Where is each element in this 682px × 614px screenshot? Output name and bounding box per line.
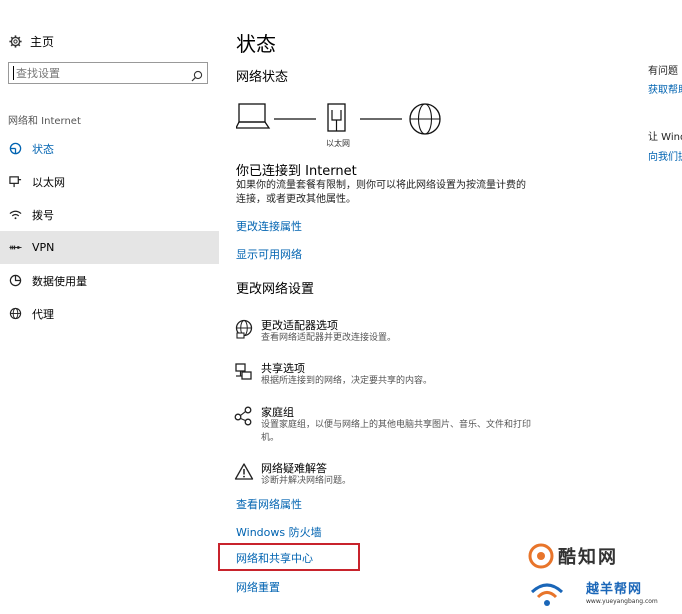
sidebar-item-status[interactable]: 状态: [0, 132, 219, 165]
search-box[interactable]: [8, 62, 208, 84]
homegroup-icon: [234, 406, 252, 426]
windows-firewall-link[interactable]: Windows 防火墙: [236, 524, 322, 540]
home-button[interactable]: 主页: [8, 32, 54, 50]
view-network-properties-link[interactable]: 查看网络属性: [236, 496, 302, 512]
network-reset-link[interactable]: 网络重置: [236, 579, 280, 595]
data-usage-icon: [8, 274, 22, 288]
sidebar-item-ethernet[interactable]: 以太网: [0, 165, 219, 198]
option-title: 更改适配器选项: [261, 319, 338, 332]
network-status-heading: 网络状态: [236, 70, 289, 85]
sidebar-item-data-usage[interactable]: 数据使用量: [0, 264, 219, 297]
option-adapter[interactable]: 更改适配器选项 查看网络适配器并更改连接设置。: [234, 317, 544, 347]
yueyang-logo-icon: [530, 583, 564, 606]
sidebar-item-label: 以太网: [32, 175, 65, 189]
sidebar-item-label: 代理: [32, 307, 54, 321]
kuzhi-logo-icon: [528, 543, 554, 569]
sidebar: 主页 网络和 Internet 状态 以太网 拨号: [0, 0, 219, 614]
ethernet-port-icon: [327, 103, 346, 132]
search-icon[interactable]: [191, 67, 203, 82]
show-available-networks-link[interactable]: 显示可用网络: [236, 246, 302, 262]
sidebar-item-proxy[interactable]: 代理: [0, 297, 219, 330]
watermark-yueyang: 越羊帮网 www.yueyangbang.com: [528, 574, 678, 612]
option-desc: 诊断并解决网络问题。: [261, 476, 352, 486]
warning-icon: [234, 463, 254, 480]
get-help-link[interactable]: 获取帮助: [648, 81, 682, 96]
help-question: 有问题: [648, 66, 678, 77]
watermark-kuzhi: 酷知网: [528, 541, 663, 571]
sharing-icon: [235, 363, 252, 380]
page-title: 状态: [236, 32, 276, 56]
option-title: 共享选项: [261, 362, 305, 375]
change-connection-properties-link[interactable]: 更改连接属性: [236, 218, 302, 234]
dialup-icon: [8, 208, 22, 222]
option-sharing[interactable]: 共享选项 根据所连接到的网络，决定要共享的内容。: [234, 360, 544, 390]
text-cursor: [13, 66, 14, 80]
globe-icon: [8, 307, 22, 321]
status-icon: [8, 142, 22, 156]
watermark-brand1: 酷知网: [558, 547, 618, 568]
home-label: 主页: [30, 34, 55, 49]
laptop-icon: [236, 103, 271, 129]
option-homegroup[interactable]: 家庭组 设置家庭组，以便与网络上的其他电脑共享图片、音乐、文件和打印机。: [234, 404, 544, 444]
connected-description: 如果你的流量套餐有限制，则你可以将此网络设置为按流量计费的连接，或者更改其他属性…: [236, 180, 526, 205]
option-title: 家庭组: [261, 406, 294, 419]
sidebar-item-label: VPN: [32, 241, 55, 254]
vpn-icon: [8, 241, 22, 255]
sidebar-item-label: 状态: [32, 142, 54, 156]
option-title: 网络疑难解答: [261, 462, 327, 475]
sidebar-item-dialup[interactable]: 拨号: [0, 198, 219, 231]
option-desc: 查看网络适配器并更改连接设置。: [261, 333, 397, 343]
sidebar-item-vpn[interactable]: VPN: [0, 231, 219, 264]
sidebar-item-label: 数据使用量: [32, 274, 87, 288]
change-settings-heading: 更改网络设置: [236, 282, 315, 297]
sidebar-nav: 状态 以太网 拨号 VPN 数据使用量 代理: [0, 132, 219, 330]
section-label: 网络和 Internet: [8, 116, 81, 127]
ethernet-label: 以太网: [326, 139, 350, 148]
globe-icon: [409, 103, 441, 135]
connected-title: 你已连接到 Internet: [236, 164, 357, 179]
sidebar-item-label: 拨号: [32, 208, 54, 222]
highlight-box: [218, 543, 360, 571]
ethernet-icon: [8, 175, 22, 189]
watermark-brand2: 越羊帮网: [586, 582, 643, 597]
search-input[interactable]: [16, 66, 191, 80]
feedback-text: 让 Wind: [648, 132, 682, 143]
watermark-url: www.yueyangbang.com: [586, 598, 658, 605]
feedback-link[interactable]: 向我们提: [648, 148, 682, 163]
option-desc: 根据所连接到的网络，决定要共享的内容。: [261, 376, 433, 386]
gear-icon: [8, 34, 22, 48]
option-troubleshoot[interactable]: 网络疑难解答 诊断并解决网络问题。: [234, 460, 544, 490]
option-desc: 设置家庭组，以便与网络上的其他电脑共享图片、音乐、文件和打印机。: [261, 420, 532, 443]
adapter-icon: [235, 319, 253, 339]
